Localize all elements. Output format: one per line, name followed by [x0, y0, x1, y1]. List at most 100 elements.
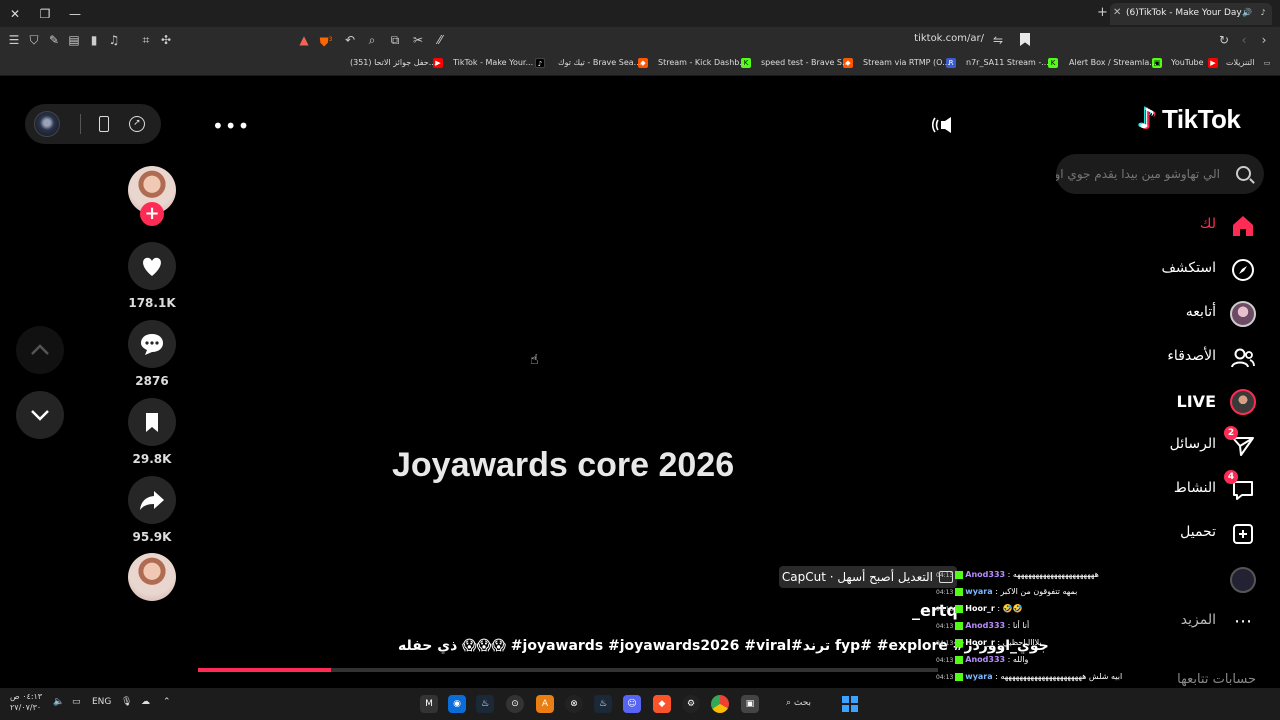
app-icon-a[interactable]: A: [536, 695, 554, 713]
back-history-icon[interactable]: ↶: [342, 32, 358, 48]
sidebar-icon[interactable]: ▮: [86, 32, 102, 48]
share-button[interactable]: [128, 476, 176, 524]
app-icon-xbox[interactable]: ⊗: [565, 695, 583, 713]
read-mode-icon[interactable]: ⁄⁄: [432, 32, 448, 48]
bookmark-n7r-stream[interactable]: n7r_SA11 Stream -...: [966, 58, 1049, 67]
wallet-icon[interactable]: ▤: [66, 32, 82, 48]
app-icon-settings[interactable]: ⚙: [682, 695, 700, 713]
forward-icon[interactable]: ›: [1256, 32, 1272, 48]
browser-tab-tiktok[interactable]: ✕ (6)TikTok - Make Your Day 🔊 ♪: [1110, 3, 1272, 25]
app-icon-explorer[interactable]: ▣: [741, 695, 759, 713]
sidebar-item-upload[interactable]: تحميل: [1120, 516, 1270, 552]
bookmark-speedtest[interactable]: speed test - Brave S...: [761, 58, 850, 67]
sidebar-item-following[interactable]: أتابعه: [1120, 296, 1270, 332]
zoom-icon[interactable]: ⌕: [364, 32, 380, 48]
extensions-icon[interactable]: ✎: [46, 32, 62, 48]
chat-message-text: بمهه تتفوقون من الاكبر: [1000, 587, 1078, 596]
back-icon[interactable]: ‹: [1236, 32, 1252, 48]
volume-icon[interactable]: [932, 116, 956, 134]
tiktok-logo[interactable]: ♪ TikTok: [1136, 102, 1260, 136]
system-clock[interactable]: ٠٤:١٣ ص ٢٧/٠٧/٣٠: [10, 691, 42, 713]
new-tab-button[interactable]: +: [1097, 5, 1108, 20]
app-icon-edge[interactable]: ◉: [448, 695, 466, 713]
chat-text: : أنا أنا: [1005, 621, 1030, 630]
sidebar-item-label: النشاط: [1173, 480, 1216, 496]
microphone-tray-icon[interactable]: 🎙: [121, 697, 132, 707]
shield-icon[interactable]: ⛉: [26, 32, 42, 48]
brave-shields-icon[interactable]: ⛊3: [318, 32, 334, 49]
taskbar-search[interactable]: ⌕ بحث: [786, 698, 811, 708]
show-hidden-icons[interactable]: ⌃: [163, 697, 171, 707]
sidebar-item-live[interactable]: LIVE: [1120, 384, 1270, 420]
search-icon[interactable]: [1236, 166, 1251, 181]
minimize-window-icon[interactable]: —: [66, 5, 84, 23]
restore-window-icon[interactable]: ❐: [36, 5, 54, 23]
screenshot-icon[interactable]: ⌗: [138, 32, 154, 48]
previous-video-button[interactable]: [16, 326, 64, 374]
bookmark-page-icon[interactable]: [1020, 33, 1030, 46]
bookmark-alertbox[interactable]: Alert Box / Streamla...: [1069, 58, 1157, 67]
capcut-label: CapCut · التعديل أصبح أسهل: [781, 570, 933, 584]
start-windows-icon[interactable]: [842, 696, 858, 712]
bookmark-downloads[interactable]: التنزيلات: [1226, 58, 1254, 67]
network-tray-icon[interactable]: ▭: [72, 697, 81, 707]
reload-icon[interactable]: ↻: [1216, 32, 1232, 48]
tiktok-favicon-icon: ♪: [1260, 8, 1266, 17]
bookmark-tiktok[interactable]: TikTok - Make Your...: [453, 58, 533, 67]
sidebar-item-label: LIVE: [1176, 392, 1216, 411]
app-icon-discord[interactable]: ☺: [623, 695, 641, 713]
app-icon-brave[interactable]: ◆: [653, 695, 671, 713]
get-app-icon[interactable]: [99, 116, 109, 132]
bookmark-joy-awards[interactable]: (351) حفل جوائز الاتحا...: [350, 58, 436, 67]
chat-time: 04:13: [936, 674, 954, 681]
sidebar-item-friends[interactable]: الأصدقاء: [1120, 340, 1270, 376]
translate-icon[interactable]: ✂: [410, 32, 426, 48]
onedrive-tray-icon[interactable]: ☁: [141, 697, 150, 707]
brave-rewards-icon[interactable]: ▲: [296, 32, 312, 48]
language-indicator[interactable]: ENG: [92, 697, 111, 707]
mute-tab-icon[interactable]: 🔊: [1242, 8, 1252, 18]
user-avatar[interactable]: [34, 111, 60, 137]
sidebar-item-for-you[interactable]: لك: [1120, 208, 1270, 244]
sound-avatar[interactable]: [128, 553, 176, 601]
creator-tools-icon[interactable]: ➚: [129, 116, 145, 132]
close-window-icon[interactable]: ✕: [6, 5, 24, 23]
comment-button[interactable]: [128, 320, 176, 368]
music-icon[interactable]: ♫: [106, 32, 122, 48]
like-button[interactable]: [128, 242, 176, 290]
kick-badge-icon: [955, 587, 964, 596]
more-options-icon[interactable]: •••: [212, 114, 250, 138]
menu-icon[interactable]: ☰: [6, 32, 22, 48]
sidebar-item-activity[interactable]: النشاط 4: [1120, 470, 1270, 508]
chat-message: 04:13 wyara : ابيه شلش هههههههههههههههههه…: [936, 668, 1280, 685]
save-button[interactable]: [128, 398, 176, 446]
bookmark-kick-dashboard[interactable]: Stream - Kick Dashb...: [658, 58, 747, 67]
capcut-anchor[interactable]: CapCut · التعديل أصبح أسهل: [779, 566, 957, 588]
site-settings-icon[interactable]: ⇋: [990, 32, 1006, 48]
address-bar[interactable]: tiktok.com/ar/: [880, 33, 984, 44]
bookmark-youtube[interactable]: YouTube: [1171, 58, 1204, 67]
volume-tray-icon[interactable]: 🔈: [53, 697, 64, 707]
follow-button[interactable]: +: [140, 202, 164, 226]
close-tab-icon[interactable]: ✕: [1113, 7, 1121, 18]
sidebar-item-messages[interactable]: الرسائل 2: [1120, 426, 1270, 464]
next-video-button[interactable]: [16, 391, 64, 439]
home-icon: [1230, 213, 1256, 239]
browser-titlebar: ✕ ❐ — + ✕ (6)TikTok - Make Your Day 🔊 ♪: [0, 0, 1280, 27]
app-icon-steam-2[interactable]: ♨: [594, 695, 612, 713]
clock-date: ٢٧/٠٧/٣٠: [10, 703, 42, 712]
chat-text: : 🤣🤣: [994, 604, 1023, 613]
bookmark-rtmp[interactable]: Stream via RTMP (O...: [863, 58, 950, 67]
bookmark-tiktok-search[interactable]: تيك توك - Brave Sea...: [558, 58, 641, 67]
share-icon: [140, 491, 164, 510]
shield-count: 3: [328, 36, 333, 43]
video-progress-bar[interactable]: [198, 668, 938, 672]
app-icon-chrome[interactable]: [711, 695, 729, 713]
search-input[interactable]: [1056, 154, 1226, 194]
sidebar-item-explore[interactable]: استكشف: [1120, 252, 1270, 288]
crop-icon[interactable]: ⧉: [387, 32, 403, 48]
app-icon-obs-studio[interactable]: ⊙: [506, 695, 524, 713]
app-icon-obs[interactable]: M: [420, 695, 438, 713]
app-icon-steam[interactable]: ♨: [476, 695, 494, 713]
puzzle-icon[interactable]: ✣: [158, 32, 174, 48]
